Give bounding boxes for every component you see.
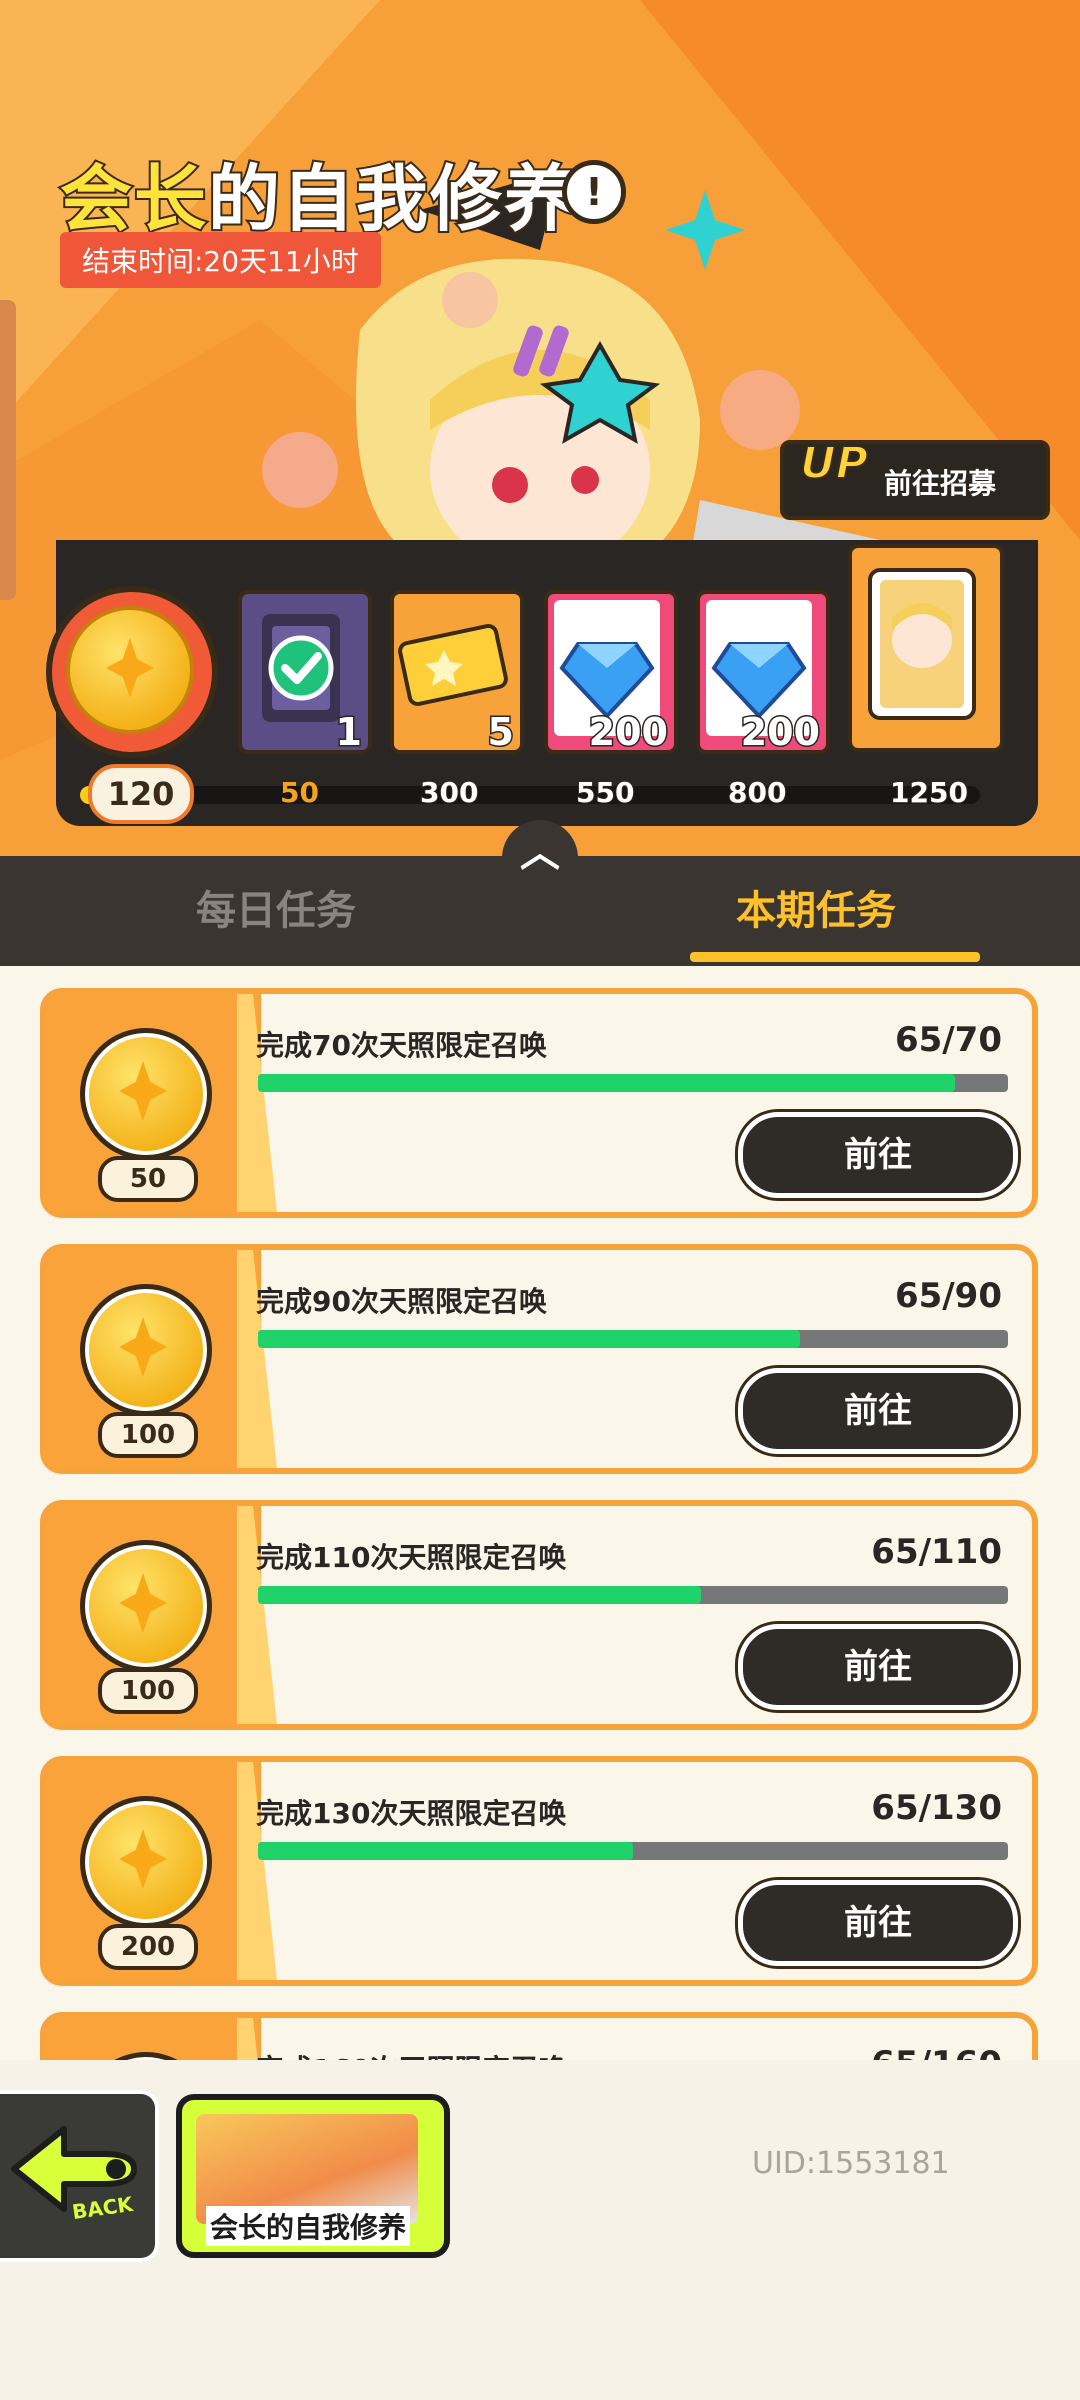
task-progress-fill [258,1586,701,1604]
current-score: 120 [88,764,194,824]
event-title: 会长的自我修养 [58,155,579,243]
info-icon[interactable]: ! [562,160,626,224]
task-reward-amount: 200 [98,1924,198,1970]
reward-slot-4[interactable]: 200 [696,590,830,756]
go-button[interactable]: 前往 [738,1880,1018,1966]
task-list[interactable]: 50 完成70次天照限定召唤 65/70 前往 100 完成90次天照限定召唤 … [0,966,1080,2066]
reward-count: 5 [486,709,516,756]
task-progress-fill [258,1330,800,1348]
milestone-tick: 800 [727,775,787,810]
reward-slot-5[interactable] [848,544,1004,752]
character-card-icon [868,568,976,720]
event-thumbnail-label: 会长的自我修养 [206,2206,411,2246]
reward-slot-1[interactable]: 1 [238,590,372,756]
user-id: UID:1553181 [752,2146,950,2181]
milestone-tick: 1250 [889,775,969,810]
reward-slot-3[interactable]: 200 [544,590,678,756]
task-name: 完成110次天照限定召唤 [256,1541,567,1574]
task-reward-amount: 100 [98,1412,198,1458]
reward-slot-2[interactable]: 5 [390,590,524,756]
track-progress-bar [80,786,980,804]
bottom-area [0,2060,1080,2400]
task-card: 50 完成70次天照限定召唤 65/70 前往 [40,988,1038,1218]
task-progress-text: 65/90 [894,1276,1002,1316]
event-thumbnail[interactable]: 会长的自我修养 [176,2094,450,2258]
recruit-label: 前往招募 [884,467,997,500]
task-progress-fill [258,1074,955,1092]
task-reward-amount: 50 [98,1156,198,1202]
task-card: 200 完成160次天照限定召唤 65/160 前往 [40,2012,1038,2066]
reward-count: 200 [739,709,821,756]
coin-icon [80,1540,212,1672]
milestone-tick: 50 [280,776,319,809]
reward-count: 1 [334,709,364,756]
task-progress-text: 65/130 [871,1788,1002,1828]
up-badge: UP [799,437,869,490]
back-button[interactable]: BACK [0,2090,159,2262]
go-button[interactable]: 前往 [738,1112,1018,1198]
task-card: 200 完成130次天照限定召唤 65/130 前往 [40,1756,1038,1986]
coin-icon [80,1028,212,1160]
task-progress-text: 65/70 [894,1020,1002,1060]
milestone-tick: 300 [419,775,479,810]
recruit-button[interactable]: UP 前往招募 [780,437,1050,520]
task-card: 100 完成90次天照限定召唤 65/90 前往 [40,1244,1038,1474]
task-name: 完成130次天照限定召唤 [256,1797,567,1830]
end-time-label: 结束时间:20天11小时 [60,232,381,288]
task-card: 100 完成110次天照限定召唤 65/110 前往 [40,1500,1038,1730]
go-button[interactable]: 前往 [738,1368,1018,1454]
reward-count: 200 [587,709,669,756]
coin-icon [80,1284,212,1416]
milestone-tick: 550 [575,775,635,810]
task-name: 完成70次天照限定召唤 [256,1029,547,1062]
go-button[interactable]: 前往 [738,1624,1018,1710]
task-progress-fill [258,1842,633,1860]
active-tab-indicator [690,952,980,962]
coin-icon [80,1796,212,1928]
task-reward-amount: 100 [98,1668,198,1714]
event-coin-icon [46,586,218,758]
side-handle [0,300,16,600]
task-progress-text: 65/110 [871,1532,1002,1572]
tab-period-tasks[interactable]: 本期任务 [736,878,896,936]
tab-daily-tasks[interactable]: 每日任务 [196,878,356,936]
task-name: 完成90次天照限定召唤 [256,1285,547,1318]
